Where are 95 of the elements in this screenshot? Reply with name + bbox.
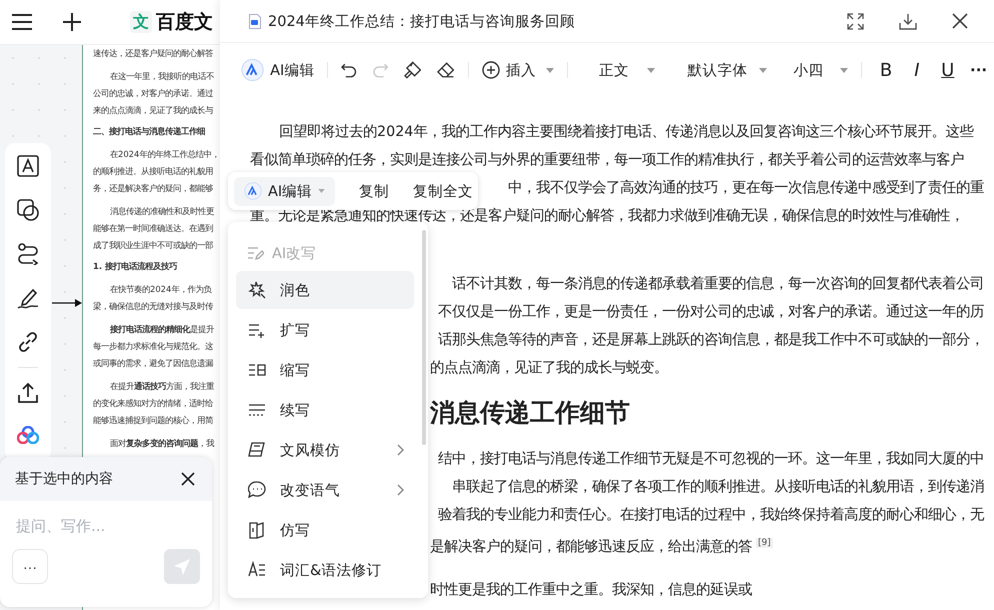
panel-title: 基于选中的内容 [15,470,113,488]
body-text-line: 中，我不仅学会了高效沟通的技巧，更在每一次信息传递中感受到了责任的重 [508,178,984,198]
more-button[interactable]: ··· [12,549,48,584]
insert-dropdown[interactable]: 插入 [482,60,554,80]
format-button[interactable]: U [932,60,964,80]
book-icon [248,521,266,539]
document-text-line: 二、接打电话与消息传递工作细 [93,126,205,136]
plus-icon[interactable] [63,13,81,31]
document-text-line: 接打电话流程的精细化是提升 [110,324,214,334]
caret-icon [758,68,767,72]
pen-icon[interactable] [17,287,39,309]
body-text-line: 话不计其数，每一条消息的传递都承载着重要的信息，每一次咨询的回复都代表着公司 [452,274,984,294]
menu-item[interactable]: 仿写 [236,511,414,549]
document-text-line: 的顺利推进。从接听电话的礼貌用 [93,166,213,176]
rewrite-icon [247,246,264,260]
document-text-line: 梁，确保信息的无缝对接与及时传 [93,301,213,311]
caret-icon [318,189,326,193]
upload-icon[interactable] [17,382,39,404]
path-icon[interactable] [17,243,39,265]
body-text-line: 验着我的专业能力和责任心。在接打电话的过程中，我始终保持着高度的耐心和细心，无 [438,506,984,525]
more-button[interactable]: ··· [963,61,994,79]
copy-button[interactable]: 复制全文 [413,182,474,200]
body-text-line: 回望即将过去的2024年，我的工作内容主要围绕着接打电话、传递消息以及回复咨询这三个核心环节展开。这些 [279,122,974,142]
document-title: 2024年终工作总结：接打电话与咨询服务回顾 [268,12,575,30]
document-text-line: 每一步都力求标准化与规范化。这 [93,341,213,351]
ai-edit-dropdown[interactable]: AI编辑 [234,176,336,206]
document-text-line: 面对复杂多变的咨询问题，我 [110,438,214,448]
prompt-input-field[interactable]: 提问、写作... [14,516,198,536]
body-text-line: 时性更是我的工作重中之重。我深知，信息的延误或 [430,580,752,600]
shapes-icon[interactable] [17,199,39,221]
document-text-line: 务，还是解决客户的疑问，都能够 [93,183,213,193]
document-text-line: 消息传递的准确性和及时性更 [110,206,214,216]
menu-item[interactable]: 润色 [236,271,414,309]
text-box-icon[interactable] [17,155,39,177]
ai-edit-button[interactable]: AI编辑 [270,60,314,80]
fullscreen-icon[interactable] [847,12,864,30]
body-text-line: 串联起了信息的桥梁，确保了各项工作的顺利推进。从接听电话的礼貌用语，到传递消 [452,478,984,497]
body-text-line: 不仅仅是一份工作，更是一份责任，一份对公司的忠诚，对客户的承诺。通过这一年的历 [438,302,984,322]
section-heading: 消息传递工作细节 [430,398,630,427]
menu-item[interactable]: 文风模仿 [236,431,414,469]
undo-icon[interactable] [341,62,357,78]
text-lines-icon [248,561,266,579]
link-icon[interactable] [17,331,39,353]
paragraph-style-dropdown[interactable]: 正文 [598,60,655,80]
menu-item[interactable]: 词汇&语法修订 [236,551,414,589]
menu-item[interactable]: 改变语气 [236,471,414,509]
document-text-line: 在提升通话技巧方面，我注重 [110,381,214,391]
body-text-line: 结中，接打电话与消息传递工作细节无疑是不可忽视的一环。这一年里，我如同大厦的中 [438,450,984,469]
document-text-line: 1. 接打电话流程及技巧 [93,261,177,271]
body-text-line: 的点点滴滴，见证了我的成长与蜕变。 [430,358,668,378]
eraser-icon[interactable] [437,61,455,79]
menu-item[interactable]: 扩写 [236,311,414,349]
body-text-line: 看似简单琐碎的任务，实则是连接公司与外界的重要纽带，每一项工作的精准执行，都关乎着公司的运营效率与客户 [250,150,964,170]
logo-text: 百度文 [156,10,213,35]
scrollbar[interactable] [422,230,426,445]
document-text-line: 在快节奏的2024年，作为负 [110,284,212,294]
circles-logo-icon[interactable] [17,426,39,444]
ai-logo-icon [241,58,264,82]
copy-button[interactable]: 复制 [359,182,390,200]
menu-icon[interactable] [12,14,32,30]
stacked-cards-icon [248,441,266,459]
body-text-line: 是解决客户的疑问，都能够迅速反应，给出满意的答$^{[9]}$ [430,537,773,557]
arrow-icon [52,299,82,307]
menu-header: AI改写 [272,244,316,262]
menu-item[interactable]: 续写 [236,391,414,429]
document-text-line: 成了我职业生涯中不可或缺的一部 [93,240,213,250]
plus-circle-icon [482,61,500,79]
document-text-line: 来的点点滴滴，见证了我的成长与 [93,105,213,115]
format-button[interactable]: B [870,60,902,80]
document-text-line: 或同事的需求，避免了因信息遗漏 [93,358,213,368]
sparkle-icon [248,281,266,299]
caret-icon [840,68,848,72]
word-file-icon [249,14,261,28]
close-icon[interactable] [181,472,195,486]
logo-mark: 文 [130,11,152,33]
document-text-line: 能够在第一时间准确送达。在遇到 [93,223,213,233]
document-text-line: 在这一年里，我接听的电话不 [110,71,214,81]
body-text-line: 话那头焦急等待的声音，还是屏幕上跳跃的咨询信息，都是我工作中不可或缺的一部分， [438,330,984,350]
download-icon[interactable] [899,12,917,30]
caret-icon [646,68,655,72]
caret-icon [546,68,554,72]
document-text-line: 的变化来感知对方的情绪，适时给 [93,398,213,408]
close-icon[interactable] [952,13,968,29]
menu-item[interactable]: 缩写 [236,351,414,389]
document-text-line: 在2024年的年终工作总结中， [110,149,220,159]
ai-logo-icon [244,182,262,200]
chat-bubble-icon [248,481,266,499]
format-button[interactable]: I [901,60,932,80]
paint-brush-icon[interactable] [404,61,422,79]
font-size-dropdown[interactable]: 小四 [794,60,848,80]
document-text-line: 公司的忠诚，对客户的承诺。通过 [93,88,213,98]
document-text-line: 能够迅速捕捉到问题的核心，用简 [93,415,213,425]
document-text-line: 速传达，还是客户疑问的耐心解答 [93,48,213,58]
send-icon [173,558,191,576]
font-dropdown[interactable]: 默认字体 [688,60,767,80]
